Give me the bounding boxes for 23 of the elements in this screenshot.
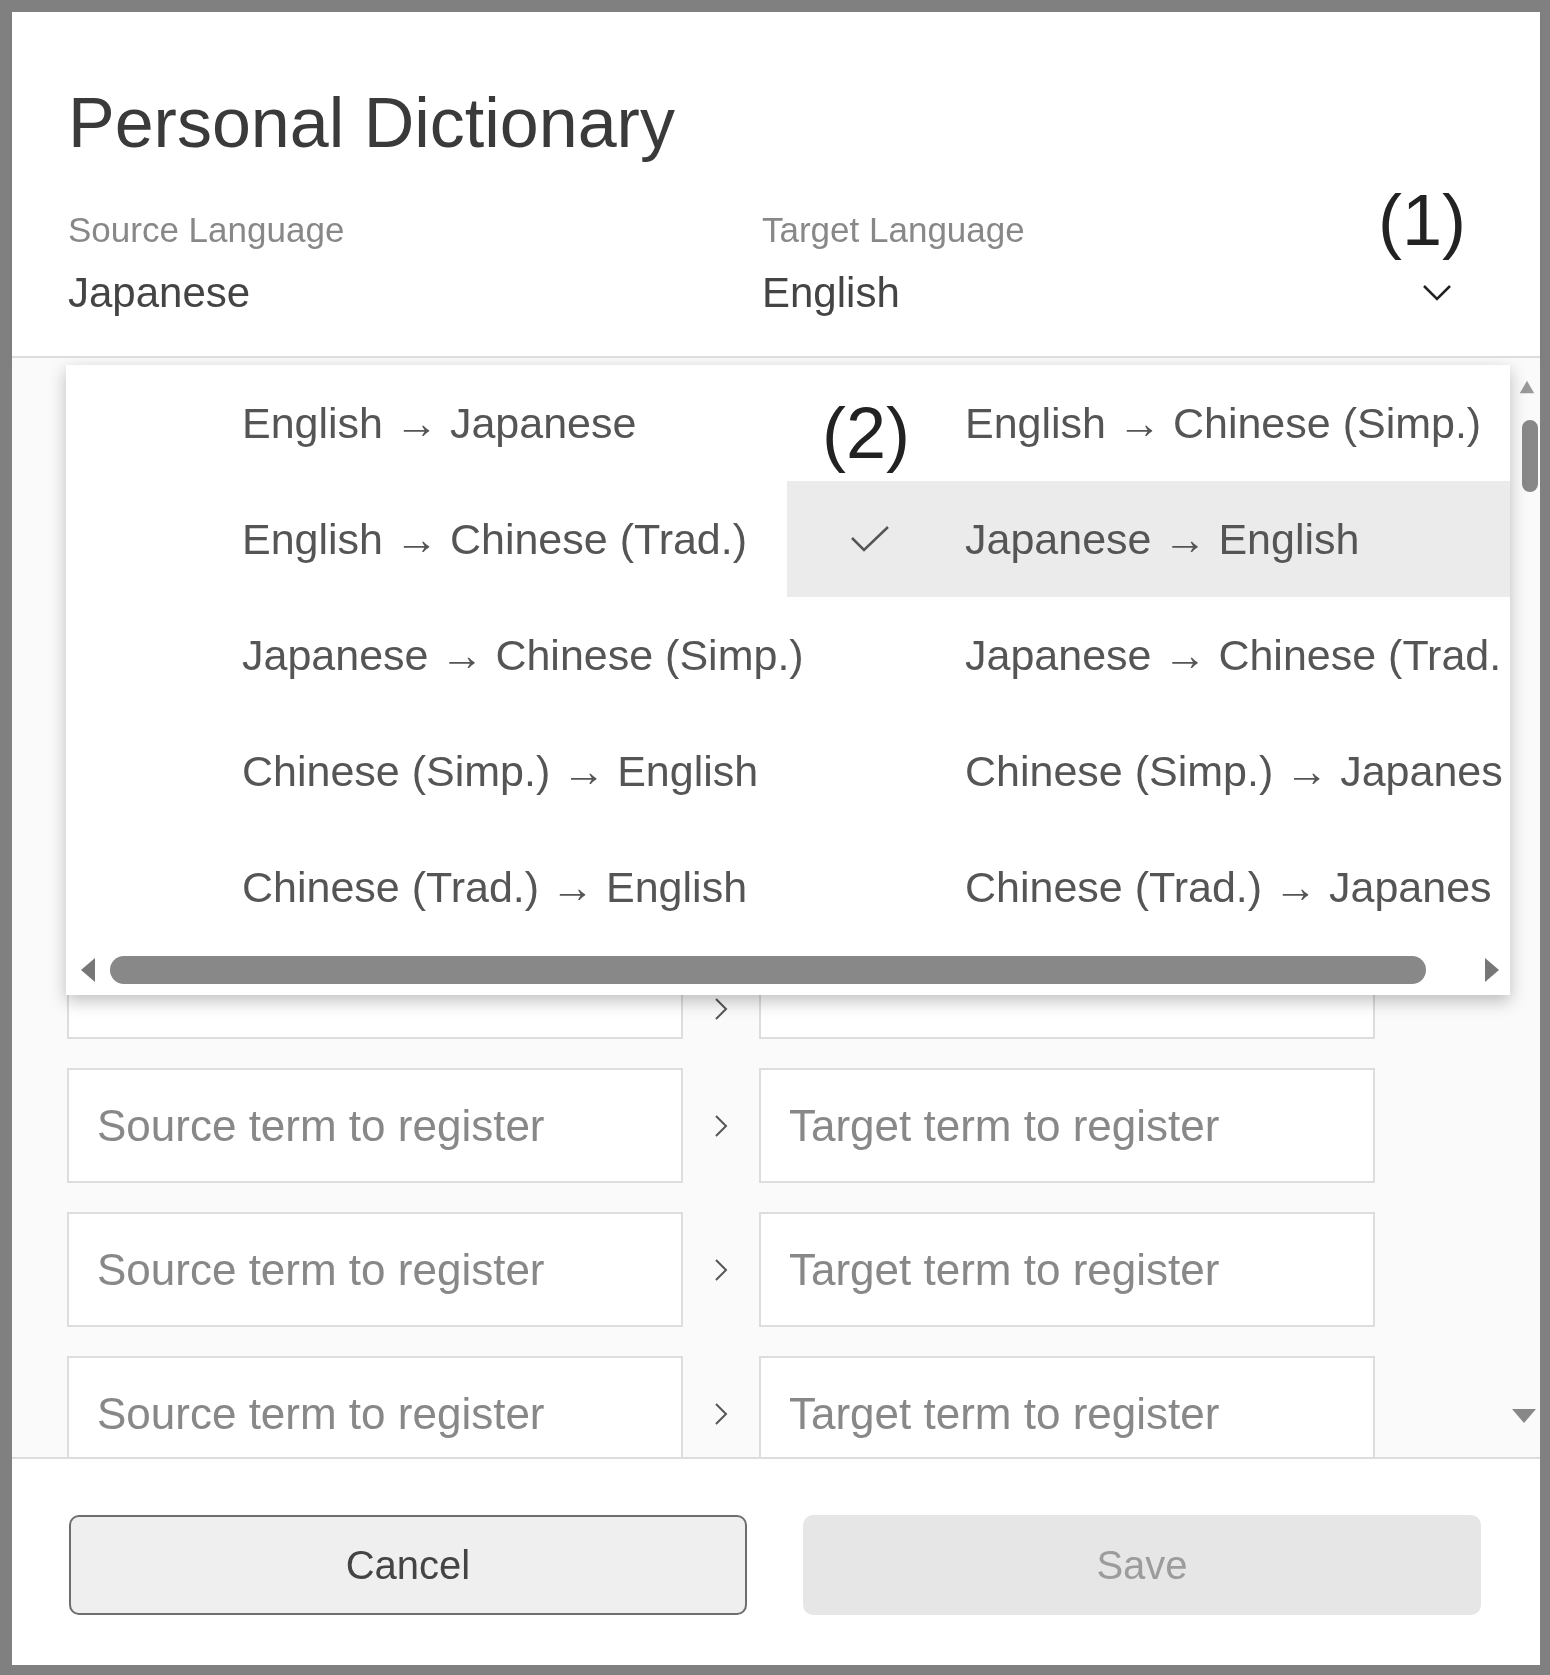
target-term-field[interactable]: Target term to register	[759, 1068, 1375, 1183]
target-term-field[interactable]: Target term to register	[759, 1356, 1375, 1457]
language-pair-option[interactable]: Chinese (Simp.) → Japanes	[937, 713, 1510, 829]
language-pair-option[interactable]: Japanese → Chinese (Trad.	[937, 597, 1510, 713]
language-pair-option[interactable]: Japanese → Chinese (Simp.)	[66, 597, 804, 713]
language-pair-option[interactable]: Chinese (Trad.) → English	[66, 829, 787, 945]
source-term-field[interactable]: Source term to register	[67, 1212, 683, 1327]
target-language-value: English	[762, 268, 900, 318]
language-pair-option[interactable]: Chinese (Trad.) → Japanes	[937, 829, 1510, 945]
language-pair-option[interactable]: Chinese (Simp.) → English	[66, 713, 787, 829]
language-pair-option[interactable]: English → Chinese (Simp.)	[937, 365, 1510, 481]
annotation-label: (2)	[822, 393, 910, 473]
source-language-label: Source Language	[68, 210, 345, 250]
target-language-label: Target Language	[762, 210, 1025, 250]
annotation-label: (1)	[1378, 180, 1466, 260]
source-term-field[interactable]: Source term to register	[67, 1356, 683, 1457]
source-language-value: Japanese	[68, 268, 251, 318]
language-pair-option[interactable]: English → Japanese	[66, 365, 787, 481]
target-term-field[interactable]: Target term to register	[759, 1212, 1375, 1327]
language-pair-option[interactable]: Japanese → English	[787, 481, 1510, 597]
source-term-field[interactable]: Source term to register	[67, 1068, 683, 1183]
language-pair-option[interactable]: English → Chinese (Trad.)	[66, 481, 787, 597]
cancel-button[interactable]: Cancel	[69, 1515, 747, 1615]
